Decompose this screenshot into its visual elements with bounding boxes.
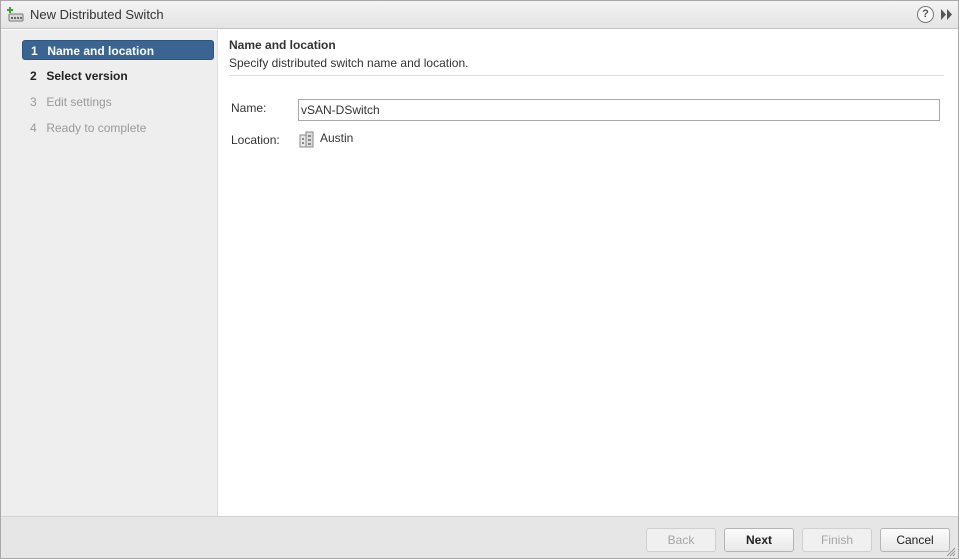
location-label: Location: xyxy=(231,133,280,147)
wizard-page-content: Name and location Specify distributed sw… xyxy=(219,30,958,516)
back-button[interactable]: Back xyxy=(646,528,716,552)
step-label: Edit settings xyxy=(46,95,112,109)
step-number: 2 xyxy=(30,69,37,83)
page-title: Name and location xyxy=(229,38,336,52)
double-chevron-right-icon[interactable] xyxy=(940,8,954,21)
step-label: Select version xyxy=(46,69,128,83)
dialog-title: New Distributed Switch xyxy=(30,7,164,22)
next-button[interactable]: Next xyxy=(724,528,794,552)
wizard-step-name-and-location[interactable]: 1 Name and location xyxy=(22,40,214,60)
name-label: Name: xyxy=(231,101,267,115)
wizard-steps-sidebar: 1 Name and location 2 Select version 3 E… xyxy=(1,30,218,516)
datacenter-icon xyxy=(299,131,314,148)
finish-button[interactable]: Finish xyxy=(802,528,872,552)
title-bar: New Distributed Switch ? xyxy=(1,1,958,29)
switch-name-input[interactable] xyxy=(298,99,940,121)
wizard-step-select-version[interactable]: 2 Select version xyxy=(22,66,214,86)
help-icon[interactable]: ? xyxy=(917,6,934,23)
new-distributed-switch-dialog: New Distributed Switch ? 1 Name and loca… xyxy=(0,0,959,559)
step-number: 4 xyxy=(30,121,37,135)
resize-grip-icon[interactable] xyxy=(946,546,956,557)
step-number: 3 xyxy=(30,95,37,109)
divider xyxy=(229,75,944,76)
step-label: Ready to complete xyxy=(46,121,147,135)
wizard-footer: Back Next Finish Cancel xyxy=(1,516,958,558)
wizard-step-edit-settings: 3 Edit settings xyxy=(22,92,214,112)
wizard-step-ready-to-complete: 4 Ready to complete xyxy=(22,118,214,138)
cancel-button[interactable]: Cancel xyxy=(880,528,950,552)
step-number: 1 xyxy=(31,44,38,58)
distributed-switch-icon xyxy=(7,6,25,24)
page-description: Specify distributed switch name and loca… xyxy=(229,56,469,70)
location-value[interactable]: Austin xyxy=(320,131,353,145)
step-label: Name and location xyxy=(47,44,155,58)
